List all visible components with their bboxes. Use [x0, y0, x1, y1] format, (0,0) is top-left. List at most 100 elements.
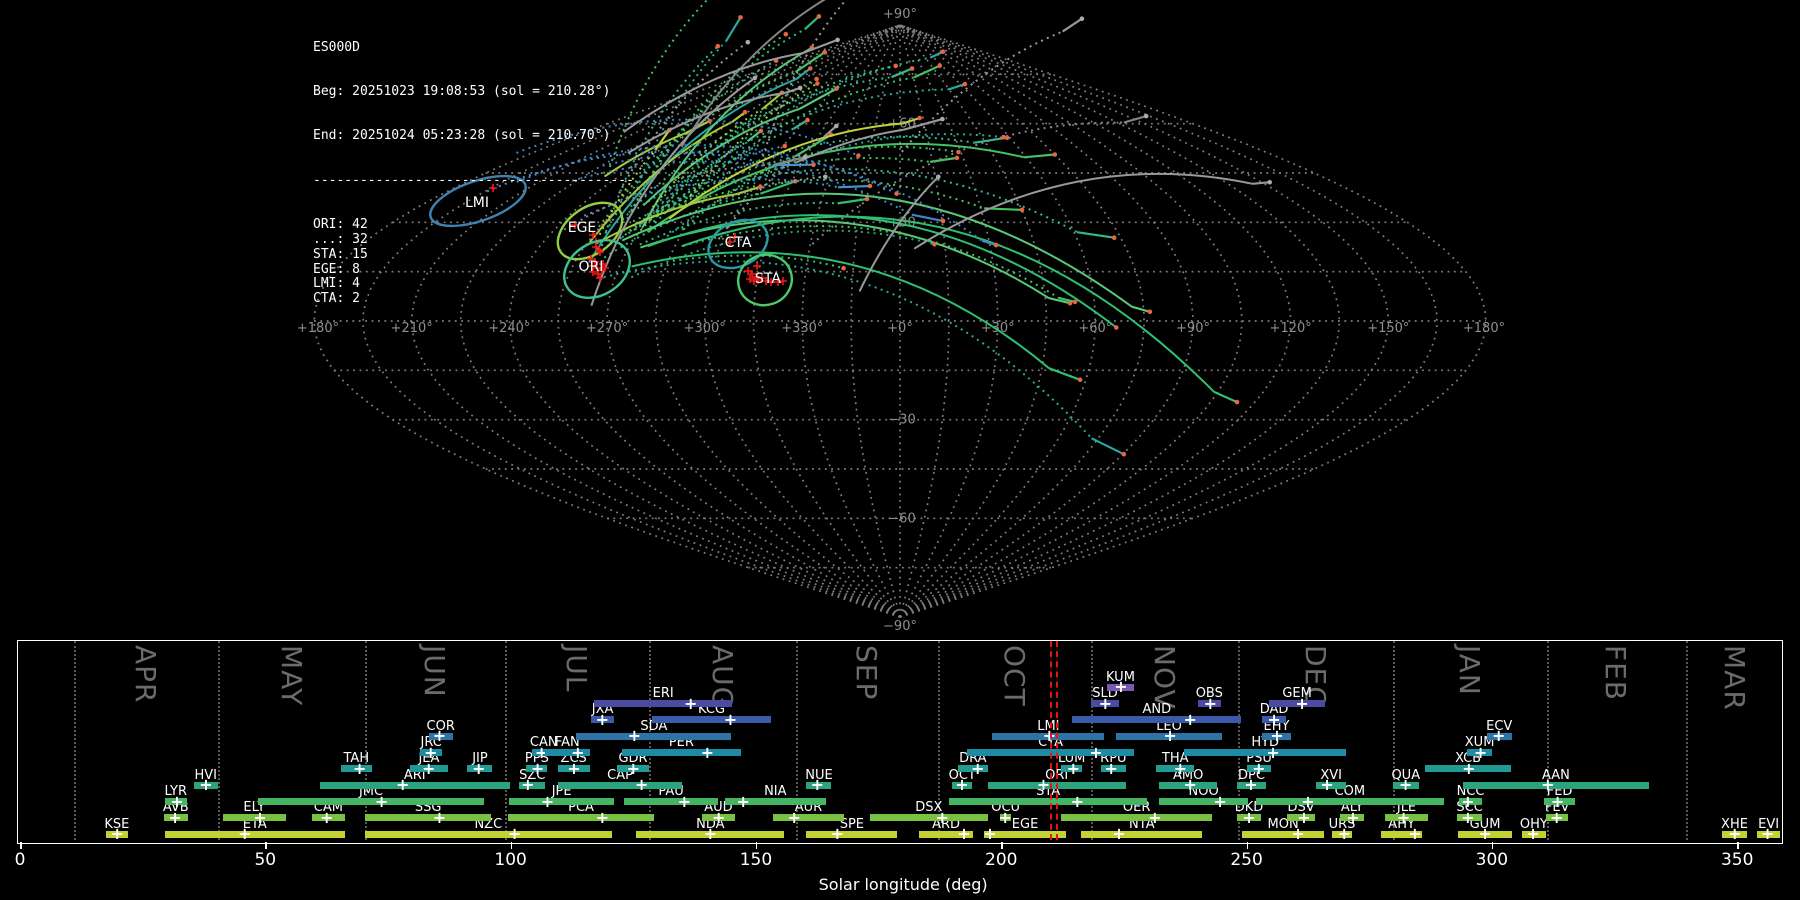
shower-peak-marker-CAP: + [634, 775, 649, 795]
shower-bar-ARI [319, 781, 510, 789]
shower-bar-NZC [364, 830, 612, 838]
shower-peak-marker-JMC: + [374, 791, 389, 811]
shower-bar-PER [621, 749, 742, 757]
shower-bar-ETA [164, 830, 345, 838]
shower-peak-marker-NUE: + [810, 775, 824, 795]
shower-peak-marker-XVI: + [1320, 775, 1334, 795]
shower-bar-ERI [594, 700, 733, 708]
x-tick-150 [755, 842, 758, 849]
shower-bar-SPE [806, 830, 898, 838]
shower-peak-marker-QUA: + [1398, 775, 1413, 795]
shower-peak-marker-NIA: + [736, 791, 750, 811]
activity-timeline: Solar longitude (deg) APR MAY JUN JUL AUG SEP… [0, 0, 1800, 900]
shower-peak-marker-JPE: + [540, 791, 555, 811]
shower-peak-marker-HYD: + [1266, 742, 1280, 762]
shower-peak-marker-PER: + [700, 742, 715, 762]
x-tick-label-300: 300 [1475, 850, 1509, 870]
current-sol-line-1 [1055, 641, 1058, 840]
shower-peak-marker-LUM: + [1066, 758, 1081, 778]
shower-bar-MON [1242, 830, 1325, 838]
shower-bar-AAN [1462, 781, 1649, 789]
x-tick-label-200: 200 [985, 850, 1018, 870]
shower-peak-marker-MON: + [1291, 824, 1305, 844]
shower-peak-marker-EGE: + [983, 824, 997, 844]
shower-peak-marker-CTA: + [1089, 742, 1103, 762]
shower-peak-marker-TAH: + [352, 758, 367, 778]
shower-peak-marker-SPE: + [830, 824, 845, 844]
shower-bar-JPE [509, 798, 615, 806]
shower-bar-SDA [576, 732, 732, 740]
shower-bar-COM [1255, 798, 1444, 806]
shower-peak-marker-NDA: + [703, 824, 718, 844]
x-tick-label-0: 0 [14, 850, 26, 870]
month-boundary-APR [74, 641, 77, 840]
shower-peak-marker-DRA: + [971, 758, 985, 778]
shower-peak-marker-COM: + [1301, 791, 1315, 811]
x-tick-label-50: 50 [254, 850, 277, 870]
shower-peak-marker-ARD: + [957, 824, 971, 844]
shower-peak-marker-AAN: + [1541, 775, 1555, 795]
shower-peak-marker-XUM: + [1473, 742, 1488, 762]
shower-peak-marker-ERI: + [683, 693, 698, 713]
shower-peak-marker-EHY: + [1270, 726, 1284, 746]
shower-bar-DSX [870, 814, 988, 822]
shower-peak-marker-COR: + [432, 726, 447, 746]
x-tick-200 [1001, 842, 1003, 849]
month-label-MAR: MAR [1717, 645, 1751, 711]
shower-peak-marker-XCB: + [1462, 758, 1476, 778]
month-boundary-JUL [504, 641, 507, 840]
shower-bar-PCA [507, 814, 655, 822]
shower-peak-marker-EVI: + [1760, 824, 1775, 844]
shower-peak-marker-GDR: + [626, 758, 640, 778]
shower-bar-STA [949, 798, 1147, 806]
shower-peak-marker-DSV: + [1297, 807, 1311, 827]
shower-peak-marker-JEA: + [421, 758, 436, 778]
meteor-radiant-screen: +90° −90° +60 +30 −30 −60 +180° +150° +120° +90° +… [0, 0, 1800, 900]
shower-peak-marker-SDA: + [627, 726, 641, 746]
shower-peak-marker-AVB: + [168, 807, 182, 827]
shower-peak-marker-NCC: + [1461, 791, 1475, 811]
shower-bar-SSG [364, 814, 492, 822]
x-tick-0 [20, 842, 22, 849]
shower-peak-marker-SZC: + [521, 775, 535, 795]
x-axis-title: Solar longitude (deg) [818, 875, 988, 894]
shower-bar-AND [1072, 716, 1242, 724]
shower-peak-marker-PSU: + [1252, 758, 1266, 778]
shower-peak-marker-THA: + [1173, 758, 1188, 778]
shower-bar-OER [1061, 814, 1213, 822]
shower-bar-NTA [1081, 830, 1203, 838]
shower-peak-marker-NOO: + [1213, 791, 1227, 811]
shower-peak-marker-OER: + [1148, 807, 1162, 827]
shower-peak-marker-JLE: + [1396, 807, 1411, 827]
shower-peak-marker-JRC: + [423, 742, 438, 762]
shower-peak-marker-RPU: + [1104, 758, 1118, 778]
shower-peak-marker-SSG: + [432, 807, 447, 827]
x-tick-50 [265, 842, 267, 849]
x-tick-label-350: 350 [1720, 850, 1754, 870]
shower-peak-marker-ARI: + [395, 775, 410, 795]
shower-peak-marker-ECV: + [1492, 726, 1506, 746]
current-sol-line-0 [1049, 641, 1052, 840]
shower-bar-CAP [557, 781, 683, 789]
shower-peak-marker-ZCS: + [567, 758, 581, 778]
shower-label-NIA: NIA [764, 784, 787, 800]
month-boundary-MAR [1685, 641, 1688, 840]
shower-peak-marker-OCT: + [955, 775, 969, 795]
shower-peak-marker-AUD: + [711, 807, 726, 827]
shower-peak-marker-CAM: + [319, 807, 334, 827]
shower-bar-NOO [1159, 798, 1249, 806]
month-label-JAN: JAN [1452, 645, 1486, 696]
shower-peak-marker-URS: + [1337, 824, 1351, 844]
x-tick-350 [1737, 842, 1739, 849]
shower-bar-JMC [257, 798, 485, 806]
x-tick-label-100: 100 [494, 850, 527, 870]
shower-peak-marker-LEO: + [1163, 726, 1177, 746]
shower-peak-marker-NTA: + [1112, 824, 1126, 844]
month-label-APR: APR [129, 645, 163, 704]
shower-peak-marker-HVI: + [199, 775, 213, 795]
shower-peak-marker-AUR: + [787, 807, 801, 827]
shower-peak-marker-AND: + [1183, 709, 1197, 729]
shower-peak-marker-LYR: + [170, 791, 184, 811]
shower-peak-marker-FEV: + [1549, 807, 1564, 827]
month-label-NOV: NOV [1147, 645, 1181, 710]
